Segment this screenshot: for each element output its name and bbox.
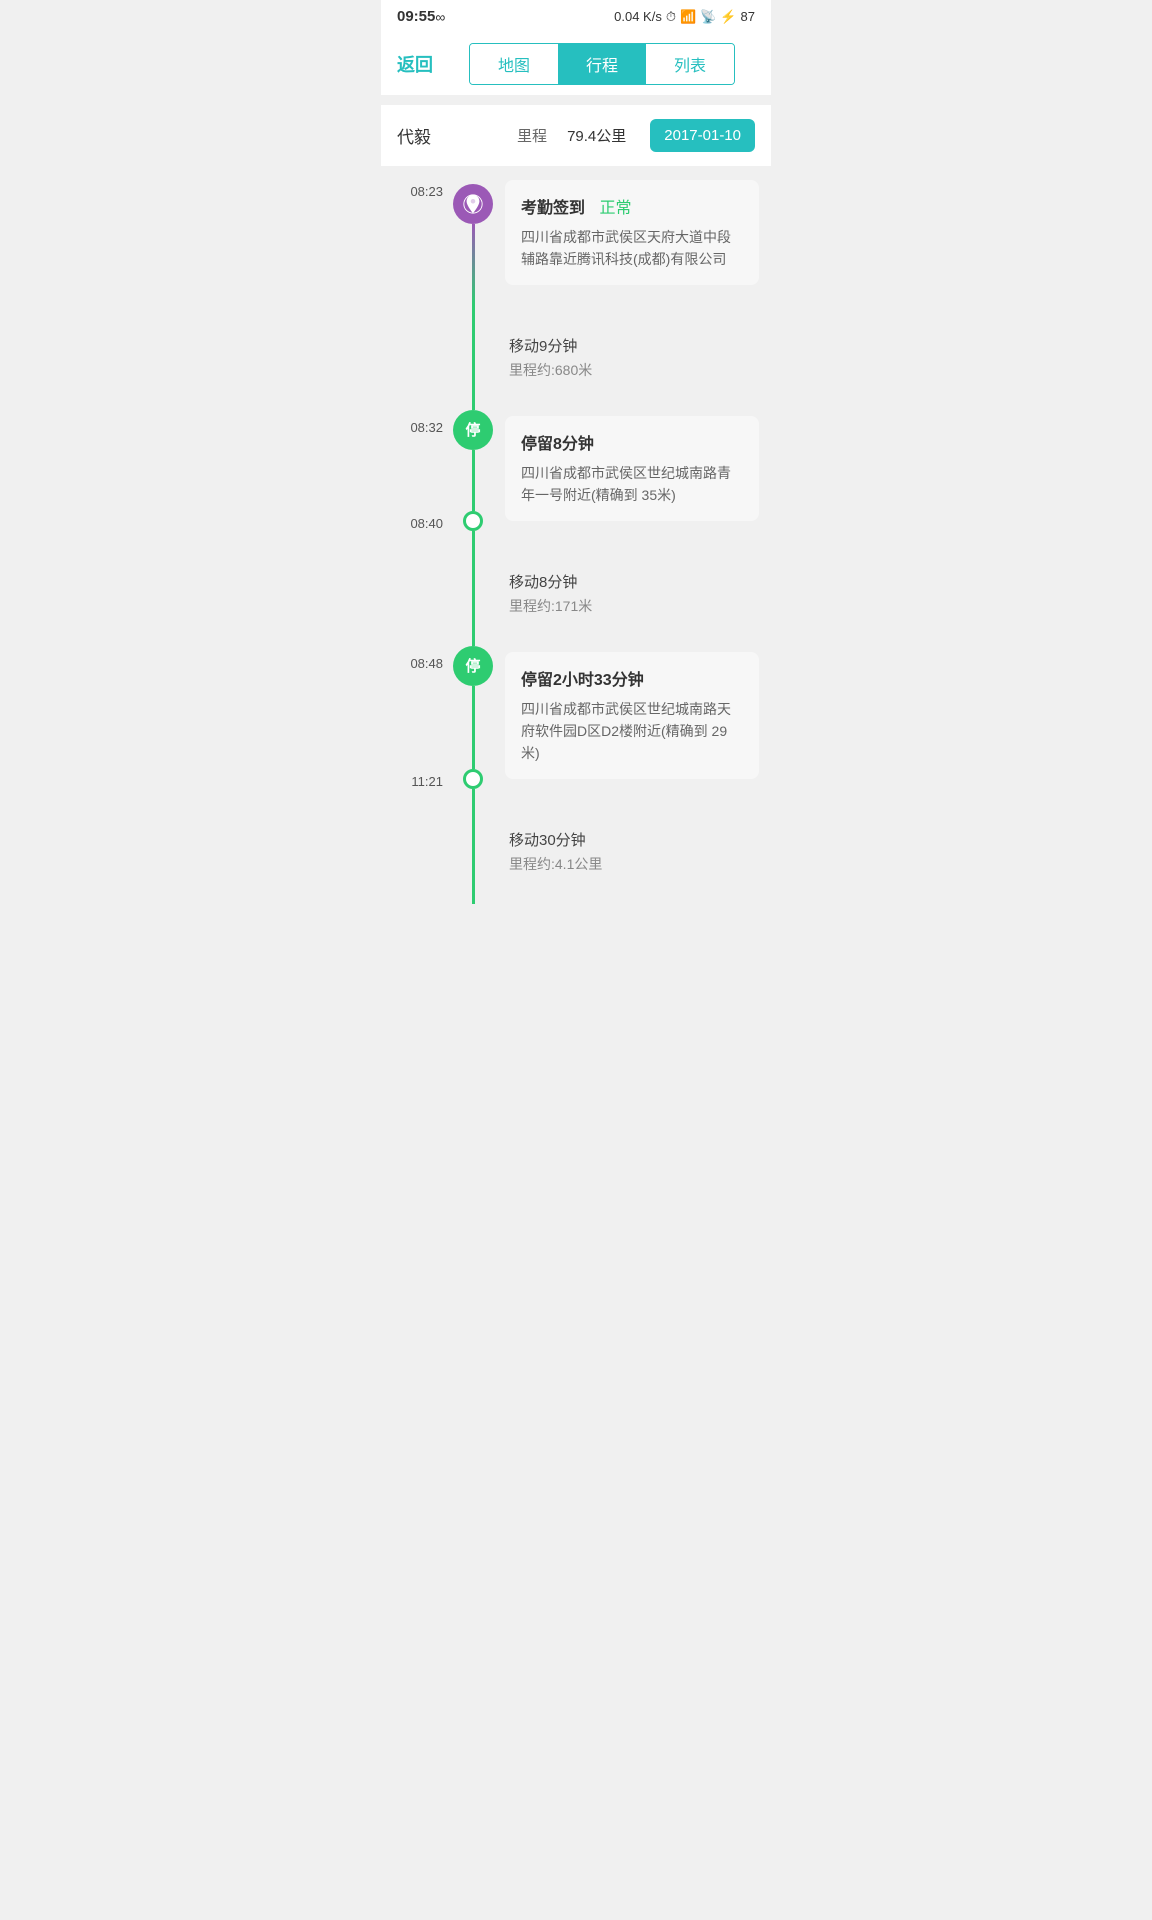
timeline: 08:23 考勤签到 正常 四川省成都市武侯区天府大道中段辅路靠近腾讯科技(成都… [381,166,771,912]
move-1-distance: 里程约:680米 [509,360,759,380]
status-bar: 09:55 ∞ 0.04 K/s ⏱ 📶 📡 ⚡ 87 [381,0,771,33]
date-badge: 2017-01-10 [650,119,755,152]
movement-2-box: 移动8分钟 里程约:171米 [505,555,759,632]
stop-2-title: 停留2小时33分钟 [521,666,743,690]
checkin-card: 考勤签到 正常 四川省成都市武侯区天府大道中段辅路靠近腾讯科技(成都)有限公司 [505,180,759,285]
time-0840: 08:40 [393,516,451,541]
movement-2: 移动8分钟 里程约:171米 [393,541,759,646]
driver-name: 代毅 [397,123,431,148]
event-stop-1: 08:32 08:40 停 停留8分钟 四川省成都市武侯区世纪城南路青年一号附近… [393,410,759,541]
movement-2-content: 移动8分钟 里程约:171米 [495,541,759,646]
spine-checkin [451,174,495,305]
checkin-status: 正常 [599,200,631,217]
info-row: 代毅 里程 79.4公里 2017-01-10 [381,105,771,166]
time-1121: 11:21 [393,774,451,799]
movement-3-box: 移动30分钟 里程约:4.1公里 [505,813,759,890]
time-empty-3 [393,799,451,904]
battery-level: 87 [741,9,755,24]
status-time: 09:55 [397,8,435,25]
time-0848: 08:48 [393,646,451,671]
status-infinity: ∞ [435,9,445,25]
spine-movement-3 [451,799,495,904]
tab-list[interactable]: 列表 [646,44,734,84]
stop-2-card: 停留2小时33分钟 四川省成都市武侯区世纪城南路天府软件园D区D2楼附近(精确到… [505,652,759,779]
clock-icon: ⏱ [666,9,676,25]
stop-1-card: 停留8分钟 四川省成都市武侯区世纪城南路青年一号附近(精确到 35米) [505,416,759,521]
move-1-duration: 移动9分钟 [509,335,759,356]
mileage-value: 79.4公里 [567,125,626,146]
signal-icon: 📡 [700,9,716,25]
time-empty-2 [393,541,451,646]
tab-trip[interactable]: 行程 [558,44,646,84]
move-3-distance: 里程约:4.1公里 [509,854,759,874]
spine-stop-2: 停 [451,646,495,799]
time-0823: 08:23 [393,174,451,305]
spine-stop-1: 停 [451,410,495,541]
stop-1-title: 停留8分钟 [521,430,743,454]
stop-2-content: 停留2小时33分钟 四川省成都市武侯区世纪城南路天府软件园D区D2楼附近(精确到… [495,646,759,799]
stop-1-end-node [463,511,483,531]
status-speed: 0.04 K/s [614,9,662,24]
event-stop-2: 08:48 11:21 停 停留2小时33分钟 四川省成都市武侯区世纪城南路天府… [393,646,759,799]
checkin-content: 考勤签到 正常 四川省成都市武侯区天府大道中段辅路靠近腾讯科技(成都)有限公司 [495,174,759,305]
stop-1-node: 停 [453,410,493,450]
stop-2-end-node [463,769,483,789]
stop-1-address: 四川省成都市武侯区世纪城南路青年一号附近(精确到 35米) [521,462,743,507]
mileage-label: 里程 [517,125,547,146]
event-checkin: 08:23 考勤签到 正常 四川省成都市武侯区天府大道中段辅路靠近腾讯科技(成都… [393,174,759,305]
top-nav: 返回 地图 行程 列表 [381,33,771,95]
movement-3-content: 移动30分钟 里程约:4.1公里 [495,799,759,904]
move-3-duration: 移动30分钟 [509,829,759,850]
spine-movement-1 [451,305,495,410]
nav-tabs: 地图 行程 列表 [469,43,735,85]
checkin-address: 四川省成都市武侯区天府大道中段辅路靠近腾讯科技(成都)有限公司 [521,226,743,271]
movement-1: 移动9分钟 里程约:680米 [393,305,759,410]
back-button[interactable]: 返回 [397,51,433,77]
checkin-node [453,184,493,224]
time-0832: 08:32 [393,410,451,435]
stop-2-address: 四川省成都市武侯区世纪城南路天府软件园D区D2楼附近(精确到 29米) [521,698,743,765]
time-empty-1 [393,305,451,410]
move-2-distance: 里程约:171米 [509,596,759,616]
movement-3: 移动30分钟 里程约:4.1公里 [393,799,759,904]
movement-1-box: 移动9分钟 里程约:680米 [505,319,759,396]
wifi-icon: 📶 [680,9,696,25]
spine-movement-2 [451,541,495,646]
stop-1-content: 停留8分钟 四川省成都市武侯区世纪城南路青年一号附近(精确到 35米) [495,410,759,541]
stop-2-node: 停 [453,646,493,686]
movement-1-content: 移动9分钟 里程约:680米 [495,305,759,410]
status-right: 0.04 K/s ⏱ 📶 📡 ⚡ 87 [614,9,755,25]
tab-map[interactable]: 地图 [470,44,558,84]
battery-icon: ⚡ [720,9,736,25]
move-2-duration: 移动8分钟 [509,571,759,592]
checkin-title: 考勤签到 正常 [521,194,743,218]
